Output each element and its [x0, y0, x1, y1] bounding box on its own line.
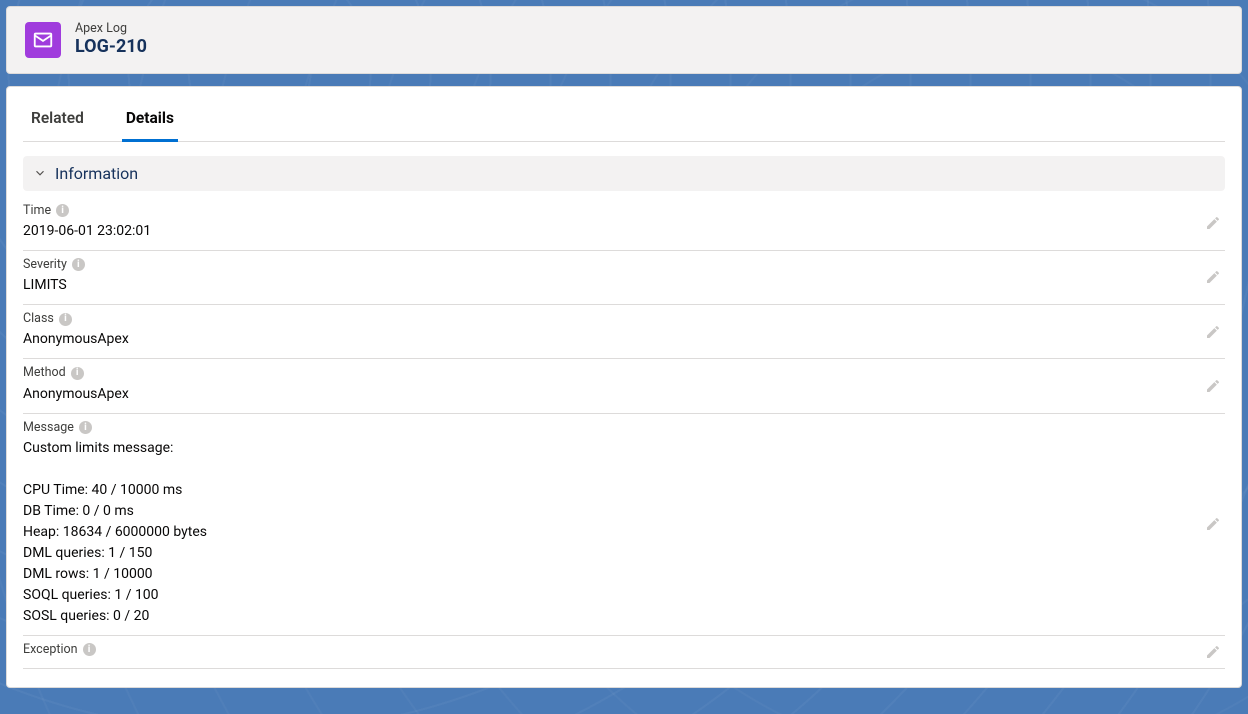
fields-container: Time i 2019-06-01 23:02:01 Severity i LI… — [23, 197, 1225, 670]
section-title: Information — [55, 164, 138, 183]
tab-details[interactable]: Details — [122, 99, 178, 142]
field-label: Time i — [23, 203, 1225, 219]
envelope-icon — [25, 22, 61, 58]
pencil-icon[interactable] — [1205, 644, 1221, 660]
info-icon[interactable]: i — [56, 204, 69, 217]
field-label-text: Class — [23, 311, 54, 327]
pencil-icon[interactable] — [1205, 269, 1221, 285]
page-header: Apex Log LOG-210 — [6, 6, 1242, 74]
field-label-text: Time — [23, 203, 51, 219]
field-class: Class i AnonymousApex — [23, 305, 1225, 359]
pencil-icon[interactable] — [1205, 516, 1221, 532]
pencil-icon[interactable] — [1205, 324, 1221, 340]
record-title: LOG-210 — [75, 36, 147, 59]
info-icon[interactable]: i — [59, 313, 72, 326]
info-icon[interactable]: i — [72, 258, 85, 271]
field-label-text: Severity — [23, 257, 67, 273]
section-information-header[interactable]: Information — [23, 156, 1225, 191]
tab-related[interactable]: Related — [27, 99, 88, 142]
field-label: Message i — [23, 420, 1225, 436]
field-label: Exception i — [23, 642, 1225, 658]
field-label: Method i — [23, 365, 1225, 381]
field-label-text: Exception — [23, 642, 78, 658]
info-icon[interactable]: i — [79, 421, 92, 434]
pencil-icon[interactable] — [1205, 378, 1221, 394]
record-type-label: Apex Log — [75, 21, 147, 36]
field-label: Class i — [23, 311, 1225, 327]
field-value: Custom limits message: CPU Time: 40 / 10… — [23, 438, 1225, 627]
detail-card: Related Details Information Time i 2019-… — [6, 86, 1242, 689]
chevron-down-icon — [33, 166, 47, 180]
field-value: LIMITS — [23, 275, 1225, 296]
pencil-icon[interactable] — [1205, 215, 1221, 231]
field-value: AnonymousApex — [23, 329, 1225, 350]
field-severity: Severity i LIMITS — [23, 251, 1225, 305]
tabs: Related Details — [23, 99, 1225, 142]
field-method: Method i AnonymousApex — [23, 359, 1225, 413]
field-label-text: Method — [23, 365, 66, 381]
field-time: Time i 2019-06-01 23:02:01 — [23, 197, 1225, 251]
info-icon[interactable]: i — [83, 643, 96, 656]
field-exception: Exception i — [23, 636, 1225, 669]
field-message: Message i Custom limits message: CPU Tim… — [23, 414, 1225, 636]
info-icon[interactable]: i — [71, 367, 84, 380]
header-text: Apex Log LOG-210 — [75, 21, 147, 59]
field-label: Severity i — [23, 257, 1225, 273]
field-value: 2019-06-01 23:02:01 — [23, 221, 1225, 242]
field-value: AnonymousApex — [23, 384, 1225, 405]
field-label-text: Message — [23, 420, 74, 436]
